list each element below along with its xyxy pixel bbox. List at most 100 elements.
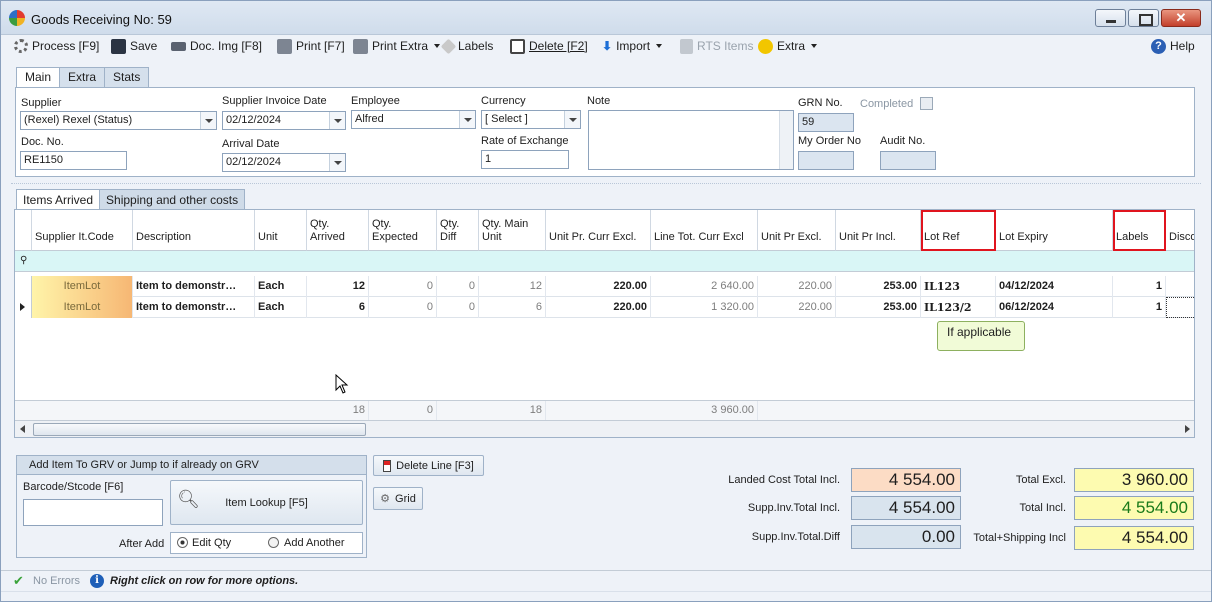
- note-scrollbar[interactable]: [779, 111, 793, 169]
- cell-qty-diff[interactable]: 0: [437, 297, 479, 318]
- rate-of-exchange-input[interactable]: 1: [481, 150, 569, 169]
- labels-button[interactable]: Labels: [440, 37, 493, 55]
- employee-select[interactable]: Alfred: [351, 110, 476, 129]
- cell-unit[interactable]: Each: [255, 297, 307, 318]
- cell-unit[interactable]: Each: [255, 276, 307, 297]
- help-button[interactable]: ? Help: [1151, 37, 1195, 55]
- cell-description[interactable]: Item to demonstr…: [133, 297, 255, 318]
- print-extra-button[interactable]: Print Extra: [353, 37, 441, 55]
- tab-items-arrived[interactable]: Items Arrived: [16, 189, 101, 210]
- column-header[interactable]: Description: [133, 210, 255, 251]
- save-button[interactable]: Save: [111, 37, 157, 55]
- item-lookup-button[interactable]: 🔍︎ Item Lookup [F5]: [170, 480, 363, 525]
- tab-shipping-costs[interactable]: Shipping and other costs: [99, 189, 246, 210]
- cell-supplier-code[interactable]: ItemLot: [32, 297, 133, 318]
- column-header[interactable]: Unit Pr. Curr Excl.: [546, 210, 651, 251]
- table-row[interactable]: ItemLot Item to demonstr… Each 6 0 0 6 2…: [15, 297, 1194, 318]
- scroll-left-icon[interactable]: [20, 425, 25, 433]
- extra-button[interactable]: Extra: [758, 37, 818, 55]
- cell-line-total[interactable]: 2 640.00: [651, 276, 758, 297]
- maximize-button[interactable]: [1128, 9, 1159, 27]
- cell-discount[interactable]: [1166, 276, 1194, 297]
- cell-unit-price-curr[interactable]: 220.00: [546, 297, 651, 318]
- row-selector[interactable]: [15, 297, 32, 318]
- column-header[interactable]: Unit Pr Excl.: [758, 210, 836, 251]
- column-header[interactable]: Line Tot. Curr Excl: [651, 210, 758, 251]
- add-another-radio[interactable]: [268, 537, 279, 548]
- cell-qty-main[interactable]: 12: [479, 276, 546, 297]
- column-header[interactable]: Disco: [1166, 210, 1194, 251]
- rts-items-button[interactable]: RTS Items: [680, 37, 753, 55]
- cell-supplier-code[interactable]: ItemLot: [32, 276, 133, 297]
- auto-filter-row[interactable]: ⚲: [15, 251, 1194, 272]
- column-header[interactable]: Qty. Main Unit: [479, 210, 546, 251]
- doc-no-input[interactable]: RE1150: [20, 151, 127, 170]
- completed-checkbox[interactable]: [920, 97, 933, 110]
- edit-qty-radio[interactable]: [177, 537, 188, 548]
- cell-labels[interactable]: 1: [1113, 276, 1166, 297]
- cell-qty-expected[interactable]: 0: [369, 276, 437, 297]
- mouse-cursor-icon: [335, 374, 349, 394]
- grid-button[interactable]: ⚙ Grid: [373, 487, 423, 510]
- grid-footer: 18 0 18 3 960.00: [15, 400, 1194, 420]
- tab-extra[interactable]: Extra: [59, 67, 106, 87]
- delete-line-button[interactable]: Delete Line [F3]: [373, 455, 484, 476]
- import-button[interactable]: ⬇ Import: [602, 37, 663, 55]
- cell-qty-arrived[interactable]: 6: [307, 297, 369, 318]
- cell-qty-diff[interactable]: 0: [437, 276, 479, 297]
- cell-unit-price-excl[interactable]: 220.00: [758, 297, 836, 318]
- arrival-date-input[interactable]: 02/12/2024: [222, 153, 346, 172]
- cell-qty-arrived[interactable]: 12: [307, 276, 369, 297]
- total-excl-value: 3 960.00: [1074, 468, 1194, 492]
- window-title: Goods Receiving No: 59: [31, 12, 172, 27]
- cell-line-total[interactable]: 1 320.00: [651, 297, 758, 318]
- tab-stats[interactable]: Stats: [104, 67, 150, 87]
- column-header[interactable]: Supplier It.Code: [32, 210, 133, 251]
- minimize-button[interactable]: [1095, 9, 1126, 27]
- scrollbar-thumb[interactable]: [33, 423, 366, 436]
- cell-unit-price-excl[interactable]: 220.00: [758, 276, 836, 297]
- column-header[interactable]: Qty. Diff: [437, 210, 479, 251]
- column-header[interactable]: Unit Pr Incl.: [836, 210, 921, 251]
- cell-qty-expected[interactable]: 0: [369, 297, 437, 318]
- main-tabs: Main Extra Stats: [16, 67, 150, 88]
- supplier-invoice-date-input[interactable]: 02/12/2024: [222, 111, 346, 130]
- footer-qty-arrived: 18: [307, 401, 369, 420]
- window-bottom-edge: [1, 591, 1211, 601]
- note-textarea[interactable]: [588, 110, 794, 170]
- horizontal-scrollbar[interactable]: [15, 420, 1194, 437]
- doc-img-button[interactable]: Doc. Img [F8]: [171, 37, 262, 55]
- barcode-input[interactable]: [23, 499, 163, 526]
- process-button[interactable]: Process [F9]: [14, 37, 99, 55]
- table-row[interactable]: ItemLot Item to demonstr… Each 12 0 0 12…: [15, 276, 1194, 297]
- chevron-down-icon: [329, 154, 345, 171]
- print-button[interactable]: Print [F7]: [277, 37, 345, 55]
- column-header[interactable]: Qty. Expected: [369, 210, 437, 251]
- my-order-no-label: My Order No: [798, 135, 861, 147]
- cell-unit-price-incl[interactable]: 253.00: [836, 276, 921, 297]
- cell-labels[interactable]: 1: [1113, 297, 1166, 318]
- supplier-select[interactable]: (Rexel) Rexel (Status): [20, 111, 217, 130]
- total-shipping-value: 4 554.00: [1074, 526, 1194, 550]
- cell-lot-ref[interactable]: IL123: [921, 276, 996, 297]
- cell-qty-main[interactable]: 6: [479, 297, 546, 318]
- cell-unit-price-curr[interactable]: 220.00: [546, 276, 651, 297]
- cell-discount[interactable]: [1166, 297, 1194, 318]
- delete-button[interactable]: Delete [F2]: [510, 37, 588, 55]
- row-selector[interactable]: [15, 276, 32, 297]
- my-order-no-input[interactable]: [798, 151, 854, 170]
- tab-main[interactable]: Main: [16, 67, 61, 88]
- column-header[interactable]: Qty. Arrived: [307, 210, 369, 251]
- currency-select[interactable]: [ Select ]: [481, 110, 581, 129]
- gear-icon: [14, 39, 28, 53]
- scroll-right-icon[interactable]: [1185, 425, 1190, 433]
- cell-lot-ref[interactable]: IL123/2: [921, 297, 996, 318]
- cell-lot-expiry[interactable]: 04/12/2024: [996, 276, 1113, 297]
- cell-description[interactable]: Item to demonstr…: [133, 276, 255, 297]
- column-header[interactable]: Lot Expiry: [996, 210, 1113, 251]
- cell-lot-expiry[interactable]: 06/12/2024: [996, 297, 1113, 318]
- audit-no-input[interactable]: [880, 151, 936, 170]
- close-button[interactable]: ✕: [1161, 9, 1201, 27]
- cell-unit-price-incl[interactable]: 253.00: [836, 297, 921, 318]
- column-header[interactable]: Unit: [255, 210, 307, 251]
